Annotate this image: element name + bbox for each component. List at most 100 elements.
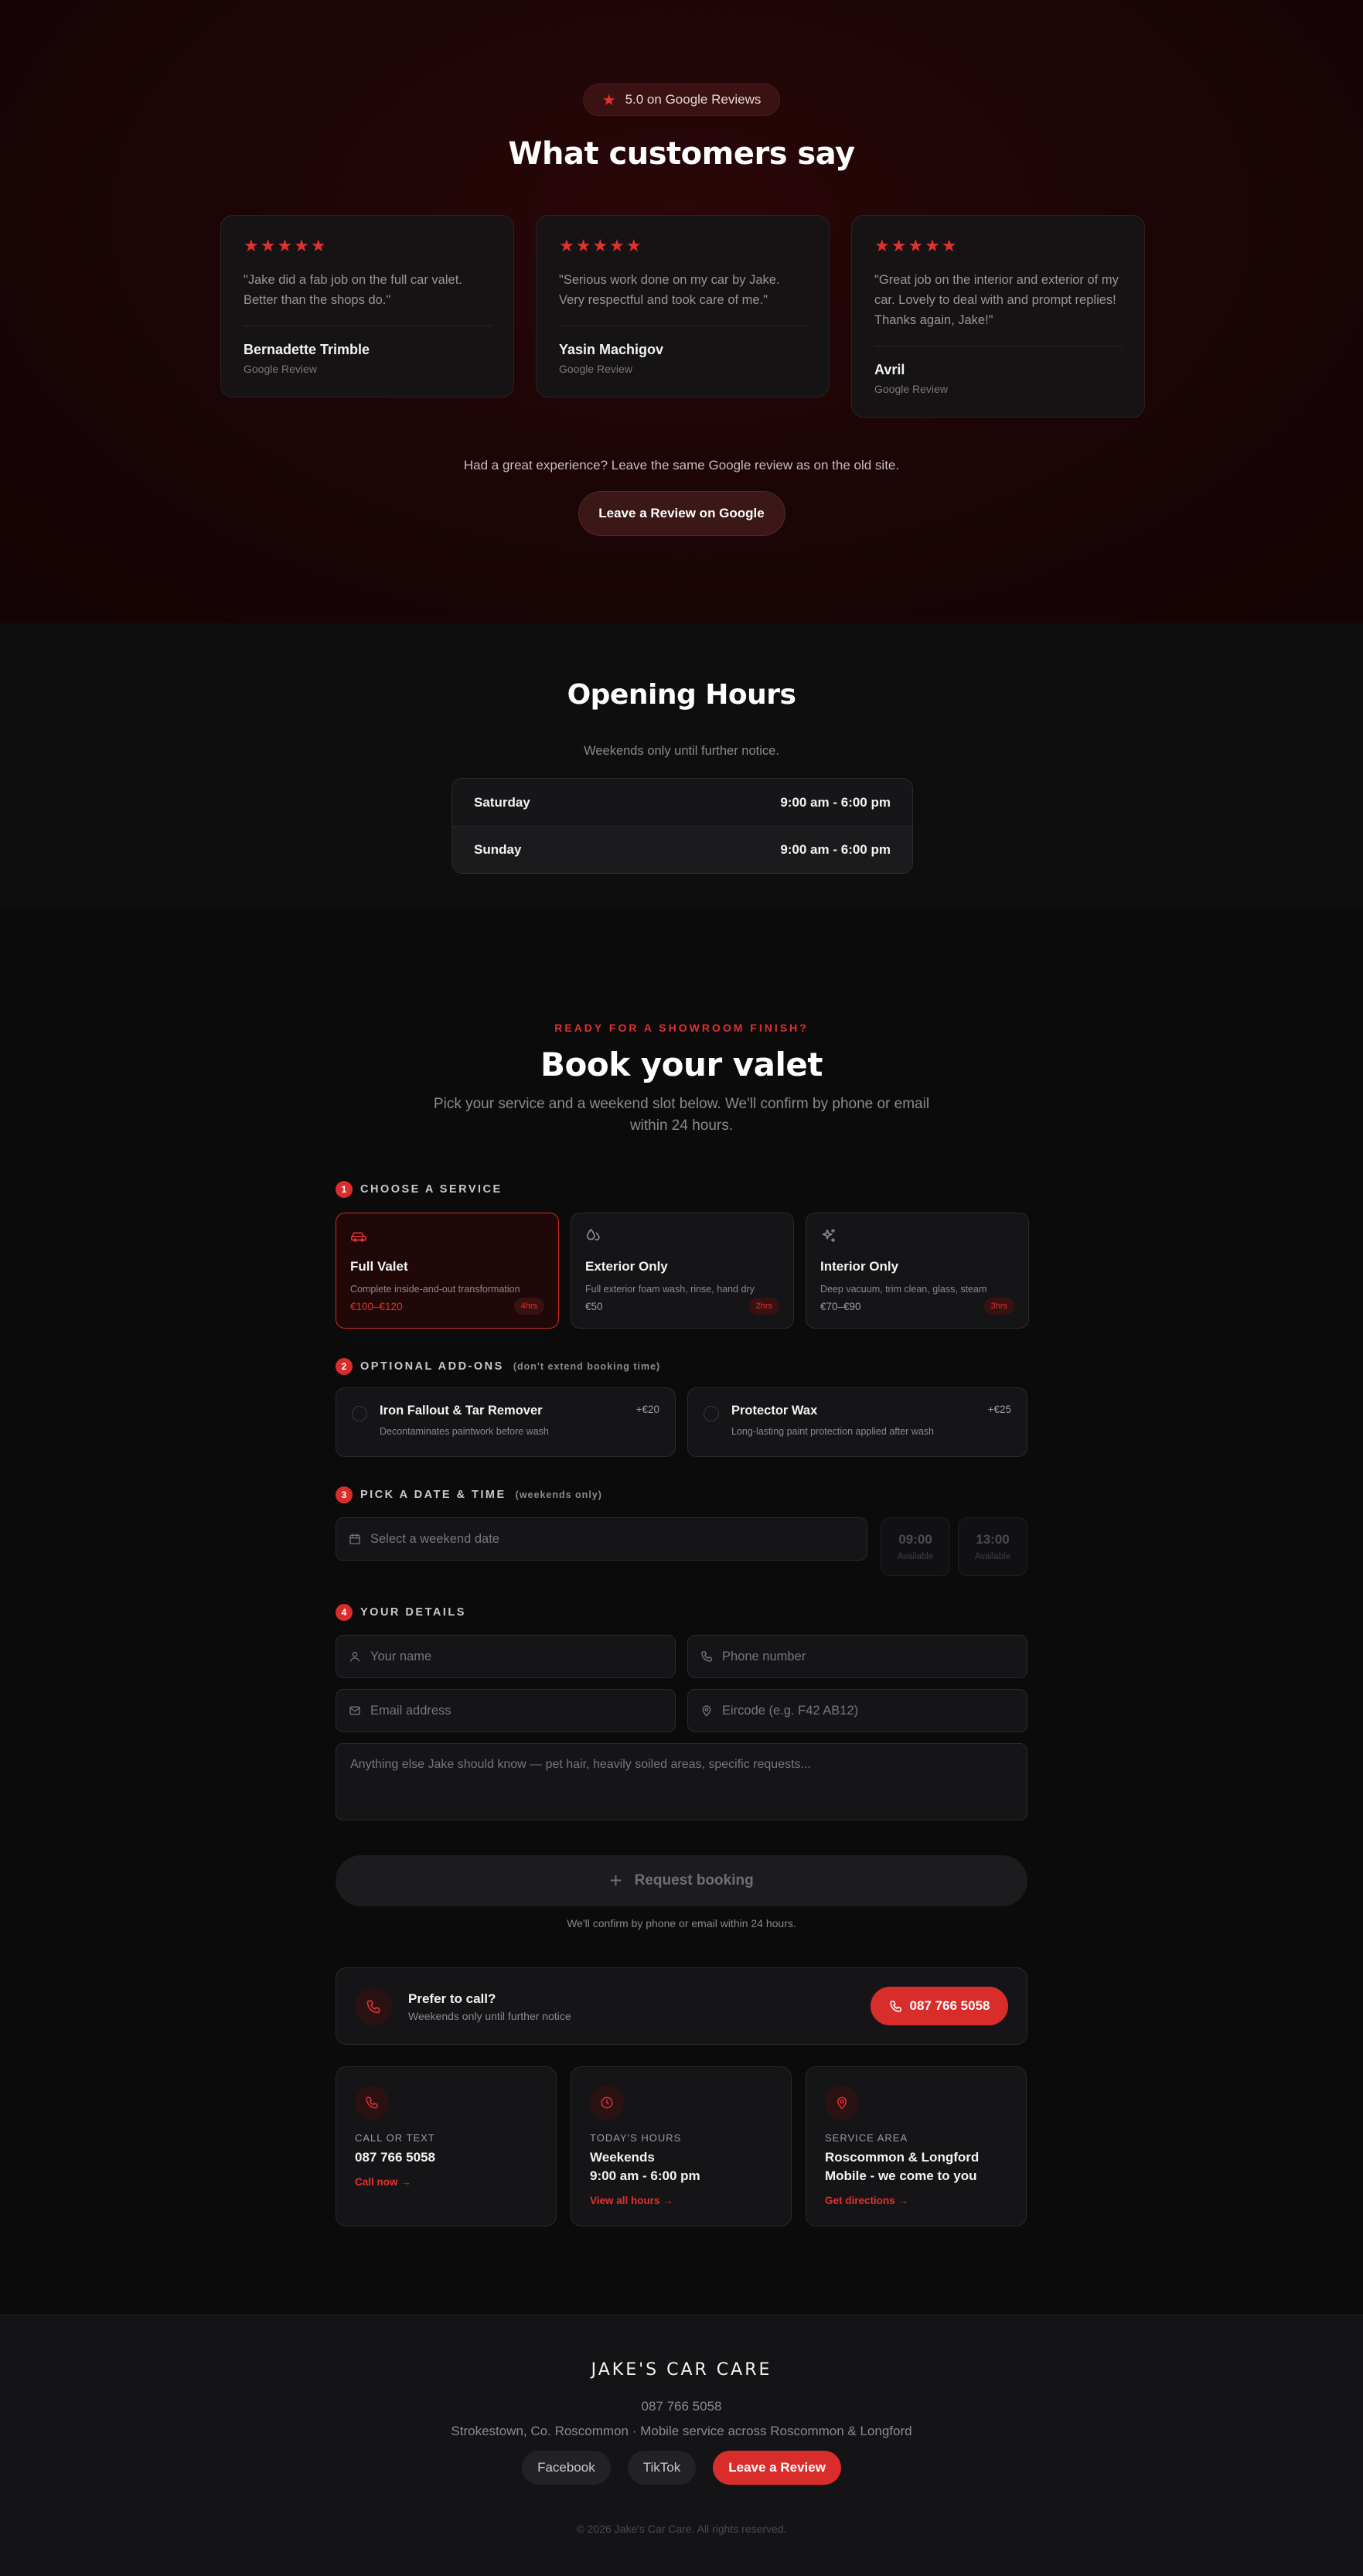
get-directions-link[interactable]: Get directions → bbox=[825, 2195, 1007, 2206]
time-slot-0900[interactable]: 09:00 Available bbox=[881, 1517, 950, 1576]
service-desc: Full exterior foam wash, rinse, hand dry bbox=[585, 1284, 755, 1295]
email-input[interactable]: Email address bbox=[336, 1689, 676, 1732]
step-label-text: YOUR DETAILS bbox=[360, 1606, 466, 1619]
footer-brand-logo: JAKE'S CAR CARE bbox=[591, 2360, 772, 2380]
review-quote: "Serious work done on my car by Jake. Ve… bbox=[559, 273, 780, 307]
view-all-hours-link[interactable]: View all hours → bbox=[590, 2195, 772, 2206]
addon-desc: Decontaminates paintwork before wash bbox=[380, 1426, 549, 1437]
booking-lead: Pick your service and a weekend slot bel… bbox=[0, 1094, 1363, 1137]
user-icon bbox=[350, 1652, 359, 1662]
review-source: Google Review bbox=[874, 383, 948, 395]
review-author: Yasin Machigov bbox=[559, 342, 664, 357]
review-source: Google Review bbox=[559, 363, 632, 375]
date-placeholder: Select a weekend date bbox=[370, 1531, 499, 1546]
step-pick-date-time: 3 PICK A DATE & TIME (weekends only) bbox=[336, 1486, 602, 1503]
call-now-link[interactable]: Call now → bbox=[355, 2176, 537, 2188]
review-author: Bernadette Trimble bbox=[244, 342, 370, 357]
review-card: ★★★★★ "Serious work done on my car by Ja… bbox=[536, 215, 830, 397]
addon-price: +€25 bbox=[987, 1404, 1011, 1415]
step-label-text: CHOOSE A SERVICE bbox=[360, 1183, 503, 1196]
review-cta-text: Had a great experience? Leave the same G… bbox=[463, 458, 900, 473]
date-picker-input[interactable]: Select a weekend date bbox=[336, 1517, 867, 1561]
service-desc: Deep vacuum, trim clean, glass, steam bbox=[820, 1284, 987, 1295]
calendar-icon bbox=[349, 1534, 360, 1544]
time-slot-1300[interactable]: 13:00 Available bbox=[958, 1517, 1027, 1576]
phone-placeholder: Phone number bbox=[722, 1649, 806, 1663]
service-name: Exterior Only bbox=[585, 1259, 668, 1274]
addon-desc: Long-lasting paint protection applied af… bbox=[731, 1426, 934, 1437]
facebook-link[interactable]: Facebook bbox=[522, 2451, 611, 2485]
addon-options: Iron Fallout & Tar Remover Decontaminate… bbox=[336, 1387, 1027, 1457]
step-label-text: OPTIONAL ADD-ONS bbox=[360, 1360, 504, 1373]
call-banner: Prefer to call? Weekends only until furt… bbox=[336, 1967, 1027, 2045]
info-label: SERVICE AREA bbox=[825, 2132, 908, 2144]
reviews-section: ★ 5.0 on Google Reviews What customers s… bbox=[0, 0, 1363, 623]
map-pin-icon bbox=[702, 1705, 711, 1717]
call-banner-title: Prefer to call? bbox=[408, 1991, 496, 2006]
opening-hours-section: Opening Hours Weekends only until furthe… bbox=[0, 623, 1363, 909]
slot-status: Available bbox=[974, 1552, 1011, 1561]
step-choose-service: 1 CHOOSE A SERVICE bbox=[336, 1181, 503, 1198]
info-value-line-1: Weekends bbox=[590, 2150, 655, 2165]
info-card-call: CALL OR TEXT 087 766 5058 Call now → bbox=[336, 2066, 557, 2226]
service-options: Full Valet Complete inside-and-out trans… bbox=[336, 1213, 1029, 1329]
service-duration-badge: 4hrs bbox=[513, 1298, 544, 1315]
footer-links: Facebook TikTok Leave a Review bbox=[0, 2451, 1363, 2485]
car-icon bbox=[351, 1232, 366, 1242]
clock-icon bbox=[601, 2097, 613, 2109]
footer-leave-review-button[interactable]: Leave a Review bbox=[713, 2451, 841, 2485]
name-placeholder: Your name bbox=[370, 1649, 432, 1663]
addon-card-protector-wax[interactable]: Protector Wax Long-lasting paint protect… bbox=[687, 1387, 1027, 1457]
service-desc: Complete inside-and-out transformation bbox=[350, 1284, 520, 1295]
service-card-interior-only[interactable]: Interior Only Deep vacuum, trim clean, g… bbox=[806, 1213, 1029, 1329]
eircode-placeholder: Eircode (e.g. F42 AB12) bbox=[722, 1703, 859, 1718]
hours-row-saturday: Saturday 9:00 am - 6:00 pm bbox=[452, 779, 912, 826]
service-card-exterior-only[interactable]: Exterior Only Full exterior foam wash, r… bbox=[571, 1213, 794, 1329]
step-number: 4 bbox=[336, 1604, 353, 1621]
rating-badge: ★ 5.0 on Google Reviews bbox=[582, 84, 781, 116]
step-number: 3 bbox=[336, 1486, 353, 1503]
slot-status: Available bbox=[897, 1552, 934, 1561]
review-card: ★★★★★ "Jake did a fab job on the full ca… bbox=[220, 215, 514, 397]
call-phone-label: 087 766 5058 bbox=[909, 1998, 990, 2013]
eircode-input[interactable]: Eircode (e.g. F42 AB12) bbox=[687, 1689, 1027, 1732]
addon-card-iron-fallout[interactable]: Iron Fallout & Tar Remover Decontaminate… bbox=[336, 1387, 676, 1457]
reviews-title: What customers say bbox=[508, 136, 855, 172]
hours-day: Sunday bbox=[474, 842, 522, 857]
mail-icon bbox=[349, 1706, 360, 1715]
rating-badge-text: 5.0 on Google Reviews bbox=[625, 92, 762, 107]
info-value-line-2: 9:00 am - 6:00 pm bbox=[590, 2168, 700, 2183]
request-booking-label: Request booking bbox=[634, 1872, 754, 1888]
hours-time: 9:00 am - 6:00 pm bbox=[780, 842, 891, 857]
tiktok-link[interactable]: TikTok bbox=[627, 2451, 697, 2485]
booking-title: Book your valet bbox=[540, 1046, 823, 1083]
call-phone-button[interactable]: 087 766 5058 bbox=[871, 1987, 1008, 2025]
service-duration-badge: 3hrs bbox=[983, 1298, 1014, 1315]
phone-icon bbox=[701, 1651, 712, 1662]
step-note: (don't extend booking time) bbox=[513, 1361, 661, 1372]
info-value: Weekends 9:00 am - 6:00 pm bbox=[590, 2148, 772, 2185]
request-booking-button[interactable]: + Request booking bbox=[336, 1855, 1027, 1906]
map-pin-icon-circle bbox=[825, 2086, 859, 2120]
service-card-full-valet[interactable]: Full Valet Complete inside-and-out trans… bbox=[336, 1213, 559, 1329]
info-value: 087 766 5058 bbox=[355, 2150, 435, 2165]
call-banner-subtitle: Weekends only until further notice bbox=[408, 2010, 571, 2022]
service-name: Full Valet bbox=[350, 1259, 408, 1274]
service-duration-badge: 2hrs bbox=[748, 1298, 779, 1315]
addon-checkbox[interactable] bbox=[352, 1406, 367, 1421]
addon-price: +€20 bbox=[635, 1404, 659, 1415]
review-cards: ★★★★★ "Jake did a fab job on the full ca… bbox=[220, 215, 1145, 418]
clock-icon-circle bbox=[590, 2086, 624, 2120]
review-quote: "Great job on the interior and exterior … bbox=[874, 273, 1119, 327]
info-value-line-2: Mobile - we come to you bbox=[825, 2168, 977, 2183]
email-placeholder: Email address bbox=[370, 1703, 451, 1718]
sparkles-icon bbox=[822, 1228, 836, 1243]
phone-input[interactable]: Phone number bbox=[687, 1635, 1027, 1678]
info-card-hours: TODAY'S HOURS Weekends 9:00 am - 6:00 pm… bbox=[571, 2066, 792, 2226]
notes-textarea[interactable]: Anything else Jake should know — pet hai… bbox=[336, 1743, 1027, 1820]
name-input[interactable]: Your name bbox=[336, 1635, 676, 1678]
addon-checkbox[interactable] bbox=[704, 1406, 719, 1421]
leave-google-review-button[interactable]: Leave a Review on Google bbox=[578, 491, 785, 536]
map-pin-icon bbox=[837, 2097, 847, 2110]
addon-name: Iron Fallout & Tar Remover bbox=[380, 1404, 543, 1418]
